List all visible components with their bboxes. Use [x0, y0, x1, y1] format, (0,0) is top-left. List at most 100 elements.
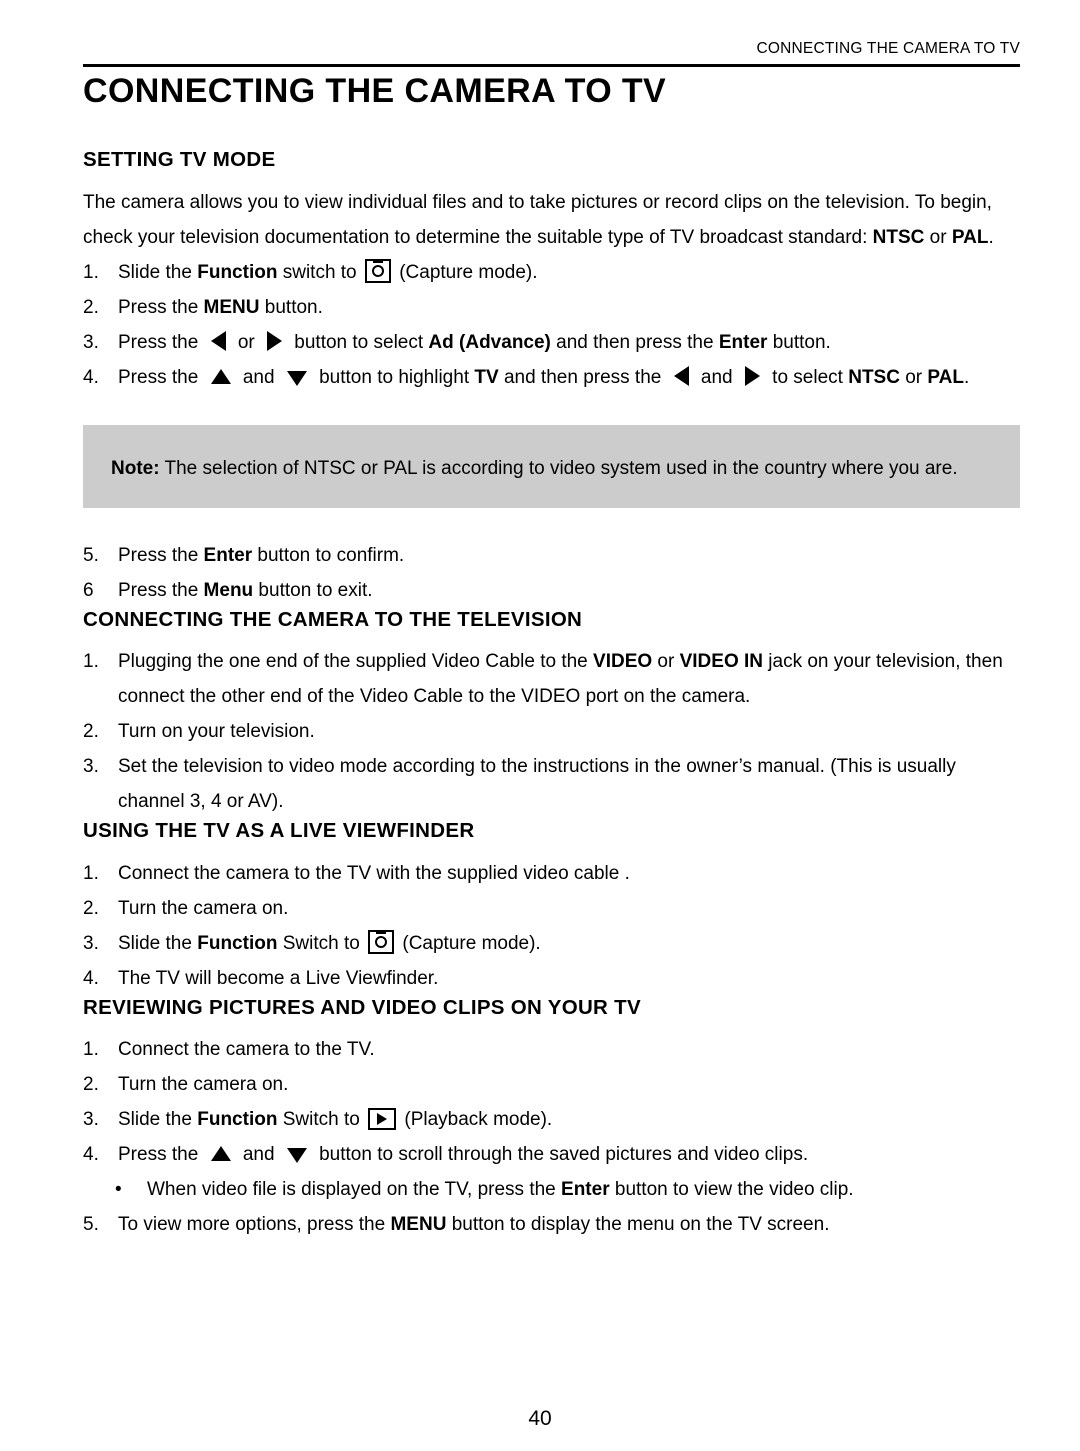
page-content: SETTING TV MODE The camera allows you to… — [83, 148, 1023, 1242]
step-text: Press the — [118, 331, 204, 353]
step-bold-menu: MENU — [203, 296, 260, 318]
step-text: Plugging the one end of the supplied Vid… — [118, 651, 594, 673]
step-marker: 5. — [83, 1214, 99, 1236]
step-marker: 1. — [83, 1039, 99, 1061]
note-text: Note: The selection of NTSC or PAL is ac… — [111, 451, 992, 486]
arrow-up-icon — [210, 368, 231, 384]
step-text: Switch to — [277, 932, 366, 954]
live-viewfinder-steps: 1. Connect the camera to the TV with the … — [83, 856, 1023, 996]
section-heading-connecting-to-television: CONNECTING THE CAMERA TO THE TELEVISION — [83, 607, 583, 631]
bullet-text: button to view the video clip. — [609, 1179, 854, 1201]
setting-tv-mode-steps-continued: 5. Press the Enter button to confirm. 6 Pr… — [83, 538, 1023, 608]
step-bold-function: Function — [197, 932, 278, 954]
step-bold-tv: TV — [474, 366, 499, 388]
step-text: Press the — [118, 1144, 204, 1166]
step-item: 2. Turn the camera on. — [83, 1067, 1023, 1102]
step-marker: 1. — [83, 651, 99, 673]
step-bold-video: VIDEO — [593, 651, 653, 673]
step-text: Turn on your television. — [118, 721, 315, 743]
step-item: 3. Press the or button to select Ad (Adva… — [83, 325, 1023, 360]
capture-icon-lens — [375, 935, 388, 948]
step-text: Slide the — [118, 932, 198, 954]
step-item: 6 Press the Menu button to exit. — [83, 573, 1023, 608]
step-text: and then press the — [550, 331, 719, 353]
step-item: 5. Press the Enter button to confirm. — [83, 538, 1023, 573]
step-text: Turn the camera on. — [118, 1074, 289, 1096]
step-text: . — [964, 366, 970, 388]
step-bold-enter: Enter — [203, 544, 253, 566]
step-text: Slide the — [118, 1109, 198, 1131]
step-marker: 4. — [83, 1144, 99, 1166]
step-text: Press the — [118, 579, 204, 601]
step-item: 1. Connect the camera to the TV. — [83, 1032, 1023, 1067]
arrow-down-icon — [286, 1148, 307, 1164]
intro-bold-ntsc: NTSC — [872, 226, 925, 248]
step-marker: 2. — [83, 296, 99, 318]
setting-tv-mode-steps: 1. Slide the Function switch to (Capture … — [83, 255, 1023, 395]
step-text: and — [237, 366, 280, 388]
step-text: Connect the camera to the TV. — [118, 1039, 375, 1061]
intro-text-or: or — [924, 226, 952, 248]
note-label: Note: — [111, 457, 160, 479]
step-marker: 6 — [83, 579, 94, 601]
section-heading-reviewing: REVIEWING PICTURES AND VIDEO CLIPS ON YO… — [83, 995, 641, 1019]
step-bold-video-in: VIDEO IN — [679, 651, 764, 673]
step-text: button to exit. — [253, 579, 373, 601]
step-marker: 3. — [83, 756, 99, 778]
step-text: and — [695, 366, 738, 388]
capture-icon-notch — [372, 259, 383, 263]
step-text: Press the — [118, 544, 204, 566]
bullet-bold-enter: Enter — [561, 1179, 610, 1201]
step-marker: 1. — [83, 261, 99, 283]
bullet-text: When video file is displayed on the TV, … — [147, 1179, 562, 1201]
step-text: (Capture mode). — [397, 932, 541, 954]
step-bold-function: Function — [197, 1109, 278, 1131]
step-text: Switch to — [277, 1109, 366, 1131]
step-bold-enter: Enter — [718, 331, 768, 353]
note-body: The selection of NTSC or PAL is accordin… — [159, 457, 958, 479]
step-text: and — [237, 1144, 280, 1166]
step-text: button. — [767, 331, 831, 353]
intro-text-period: . — [988, 226, 994, 248]
step-item: 1. Connect the camera to the TV with the … — [83, 856, 1023, 891]
step-marker: 3. — [83, 932, 99, 954]
step-text: or — [899, 366, 928, 388]
section-heading-live-viewfinder: USING THE TV AS A LIVE VIEWFINDER — [83, 819, 475, 843]
page-title: CONNECTING THE CAMERA TO TV — [83, 72, 667, 110]
step-item: 2. Turn the camera on. — [83, 891, 1023, 926]
step-text: To view more options, press the — [118, 1214, 391, 1236]
step-marker: 2. — [83, 1074, 99, 1096]
header-divider-rule — [83, 64, 1020, 67]
bullet-marker: • — [115, 1179, 122, 1201]
step-item: 4. Press the and button to scroll through… — [83, 1137, 1023, 1172]
connecting-to-television-steps: 1. Plugging the one end of the supplied V… — [83, 644, 1023, 819]
arrow-up-icon — [210, 1146, 231, 1162]
step-text: or — [232, 331, 260, 353]
step-marker: 2. — [83, 721, 99, 743]
intro-bold-pal: PAL — [951, 226, 989, 248]
arrow-left-icon — [210, 330, 226, 351]
step-item: 3. Set the television to video mode accor… — [83, 749, 1023, 819]
capture-icon-notch — [376, 930, 387, 934]
note-box: Note: The selection of NTSC or PAL is ac… — [83, 424, 1020, 508]
step-bold-menu: Menu — [203, 579, 254, 601]
playback-mode-icon — [368, 1108, 397, 1131]
step-text: Slide the — [118, 261, 198, 283]
step-bold-menu: MENU — [390, 1214, 447, 1236]
step-text: switch to — [277, 261, 362, 283]
step-marker: 2. — [83, 897, 99, 919]
capture-mode-icon — [368, 929, 395, 954]
step-text: The TV will become a Live Viewfinder. — [118, 967, 439, 989]
step-text: or — [652, 651, 680, 673]
arrow-down-icon — [286, 370, 307, 386]
step-text: Turn the camera on. — [118, 897, 289, 919]
step-text: button to scroll through the saved pictu… — [313, 1144, 809, 1166]
step-text: Press the — [118, 296, 204, 318]
step-item: 1. Plugging the one end of the supplied V… — [83, 644, 1023, 714]
step-marker: 1. — [83, 862, 99, 884]
running-header: CONNECTING THE CAMERA TO TV — [756, 40, 1020, 57]
list-item: • When video file is displayed on the TV,… — [83, 1172, 1023, 1207]
step-item: 4. Press the and button to highlight TV a… — [83, 360, 1023, 395]
step-text: Press the — [118, 366, 204, 388]
arrow-right-icon — [744, 365, 760, 386]
